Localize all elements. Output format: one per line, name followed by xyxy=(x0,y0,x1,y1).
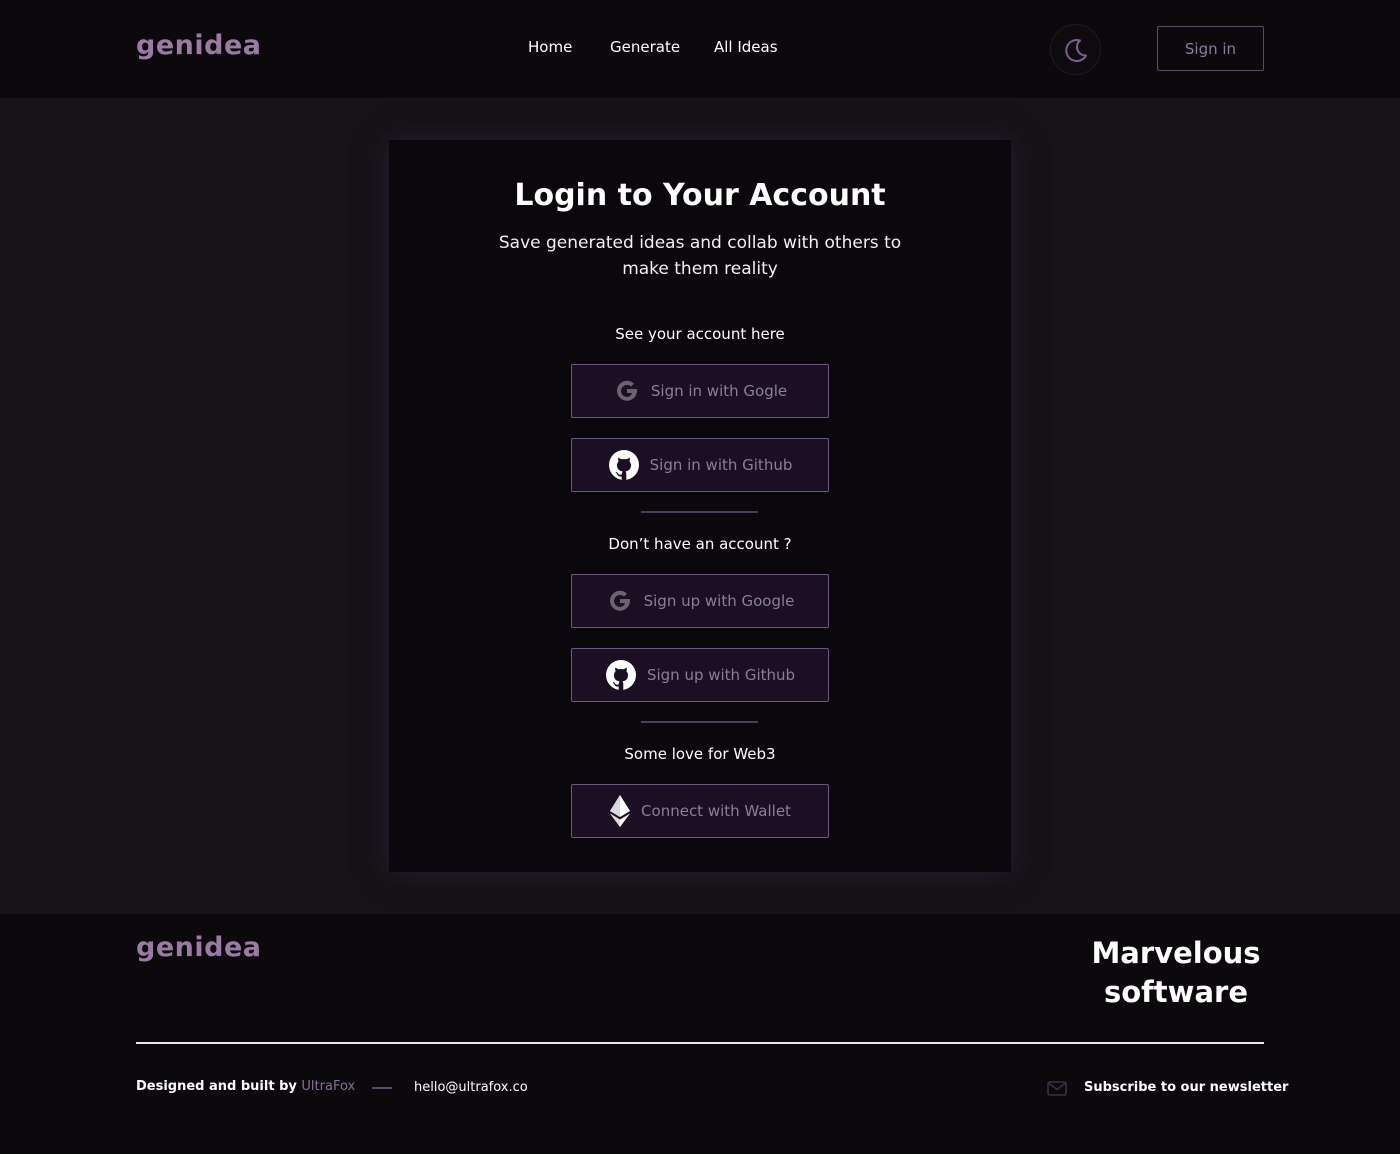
theme-toggle-button[interactable] xyxy=(1050,24,1101,75)
footer-tagline: Marvelous software xyxy=(1076,934,1276,1012)
github-icon xyxy=(608,449,640,481)
divider xyxy=(641,511,758,513)
web3-section-label: Some love for Web3 xyxy=(624,745,776,763)
divider xyxy=(641,721,758,723)
sign-up-section-label: Don’t have an account ? xyxy=(608,535,792,553)
sign-up-github-button[interactable]: Sign up with Github xyxy=(571,648,829,702)
sign-in-github-label: Sign in with Github xyxy=(649,456,793,474)
newsletter-link[interactable]: Subscribe to our newsletter xyxy=(1084,1080,1288,1095)
footer-credits: Designed and built by UltraFox xyxy=(136,1079,355,1094)
credits-prefix: Designed and built by xyxy=(136,1079,297,1094)
mail-icon xyxy=(1047,1081,1067,1096)
page-title: Login to Your Account xyxy=(514,178,886,213)
moon-icon xyxy=(1064,38,1087,62)
header-sign-in-button[interactable]: Sign in xyxy=(1157,26,1264,71)
nav-all-ideas[interactable]: All Ideas xyxy=(714,38,778,56)
footer-divider xyxy=(136,1042,1264,1044)
sign-up-github-label: Sign up with Github xyxy=(646,666,796,684)
nav-home[interactable]: Home xyxy=(528,38,572,56)
nav-generate[interactable]: Generate xyxy=(610,38,680,56)
page-subtitle: Save generated ideas and collab with oth… xyxy=(498,233,902,279)
site-header: genidea Home Generate All Ideas Sign in xyxy=(0,0,1400,98)
logo[interactable]: genidea xyxy=(136,30,261,61)
github-icon xyxy=(605,659,637,691)
footer-email-link[interactable]: hello@ultrafox.co xyxy=(414,1080,528,1095)
tagline-line-2: software xyxy=(1104,975,1248,1009)
site-footer: genidea Marvelous software Designed and … xyxy=(0,914,1400,1154)
sign-in-google-label: Sign in with Gogle xyxy=(650,382,788,400)
google-icon xyxy=(606,587,634,615)
ethereum-icon xyxy=(609,794,631,828)
sign-in-section-label: See your account here xyxy=(615,325,785,343)
sign-in-google-button[interactable]: Sign in with Gogle xyxy=(571,364,829,418)
connect-wallet-label: Connect with Wallet xyxy=(641,802,791,820)
footer-logo[interactable]: genidea xyxy=(136,932,261,963)
connect-wallet-button[interactable]: Connect with Wallet xyxy=(571,784,829,838)
tagline-line-1: Marvelous xyxy=(1091,936,1261,970)
credits-brand-link[interactable]: UltraFox xyxy=(301,1079,355,1094)
google-icon xyxy=(613,377,641,405)
footer-dash xyxy=(372,1087,392,1089)
sign-up-google-button[interactable]: Sign up with Google xyxy=(571,574,829,628)
sign-in-github-button[interactable]: Sign in with Github xyxy=(571,438,829,492)
sign-up-google-label: Sign up with Google xyxy=(643,592,795,610)
